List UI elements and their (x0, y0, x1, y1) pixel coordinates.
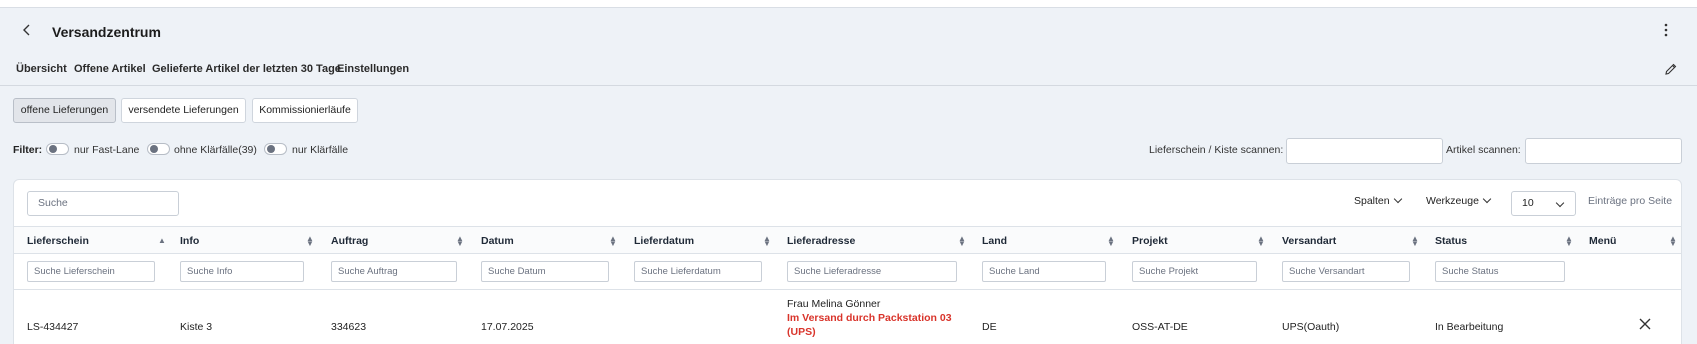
toggle-nur-klaerfaelle[interactable] (264, 143, 287, 155)
filter-land-input[interactable]: Suche Land (982, 261, 1106, 282)
filter-lieferadresse-input[interactable]: Suche Lieferadresse (787, 261, 957, 282)
sort-icon[interactable]: ▲ ▼ (306, 235, 314, 248)
nav-item-gelieferte-artikel[interactable]: Gelieferte Artikel der letzten 30 Tage (152, 63, 341, 75)
cell-status: In Bearbeitung (1435, 321, 1504, 333)
column-header-menue: Menü (1589, 235, 1617, 247)
filter-versandart-input[interactable]: Suche Versandart (1282, 261, 1410, 282)
back-arrow-icon[interactable] (22, 24, 34, 38)
more-options-icon[interactable] (1661, 23, 1671, 39)
cell-auftrag[interactable]: 334623 (331, 321, 366, 333)
table-row[interactable]: LS-434427 Kiste 3 334623 17.07.2025 Frau… (14, 290, 1681, 344)
sort-icon[interactable]: ▲ ▼ (1669, 235, 1677, 248)
filter-label: Filter: (13, 144, 43, 156)
filter-row: Filter: nur Fast-Lane ohne Klärfälle(39)… (0, 138, 1697, 164)
filter-lieferdatum-input[interactable]: Suche Lieferdatum (634, 261, 762, 282)
sort-icon[interactable]: ▲ ▼ (1107, 235, 1115, 248)
column-header-projekt[interactable]: Projekt (1132, 235, 1168, 247)
top-divider (0, 0, 1697, 8)
deliveries-table-card: Suche Spalten Werkzeuge 10 Einträge pro … (13, 179, 1682, 344)
nav-item-einstellungen[interactable]: Einstellungen (337, 63, 409, 75)
table-header: Lieferschein ▲ Info ▲ ▼ Auftrag ▲ ▼ Datum … (14, 226, 1681, 254)
sort-asc-icon[interactable]: ▲ (158, 237, 166, 245)
columns-dropdown[interactable]: Spalten (1354, 194, 1402, 207)
edit-pencil-icon[interactable] (1664, 62, 1678, 76)
nav-item-offene-artikel[interactable]: Offene Artikel (74, 63, 146, 75)
cell-lieferschein[interactable]: LS-434427 (27, 321, 78, 333)
tools-label: Werkzeuge (1426, 195, 1479, 207)
chevron-down-icon (1393, 194, 1402, 204)
column-filter-row: Suche Lieferschein Suche Info Suche Auft… (14, 254, 1681, 290)
tab-offene-lieferungen[interactable]: offene Lieferungen (13, 98, 116, 123)
scan-lieferschein-input[interactable] (1286, 138, 1443, 164)
column-header-datum[interactable]: Datum (481, 235, 514, 247)
scan-artikel-label: Artikel scannen: (1446, 144, 1521, 156)
column-header-lieferdatum[interactable]: Lieferdatum (634, 235, 694, 247)
filter-projekt-input[interactable]: Suche Projekt (1132, 261, 1257, 282)
tab-versendete-lieferungen[interactable]: versendete Lieferungen (121, 98, 246, 123)
cell-land: DE (982, 321, 997, 333)
filter-lieferschein-input[interactable]: Suche Lieferschein (27, 261, 155, 282)
sort-icon[interactable]: ▲ ▼ (763, 235, 771, 248)
column-header-lieferadresse[interactable]: Lieferadresse (787, 235, 855, 247)
page-header: Versandzentrum (0, 8, 1697, 54)
cell-projekt: OSS-AT-DE (1132, 321, 1188, 333)
column-header-lieferschein[interactable]: Lieferschein (27, 235, 89, 247)
fast-lane-label: nur Fast-Lane (74, 144, 140, 156)
shipping-status-note: Im Versand durch Packstation 03 (UPS) (787, 312, 952, 338)
nav-item-uebersicht[interactable]: Übersicht (16, 63, 67, 75)
sort-icon[interactable]: ▲ ▼ (958, 235, 966, 248)
column-header-land[interactable]: Land (982, 235, 1007, 247)
sort-icon[interactable]: ▲ ▼ (456, 235, 464, 248)
filter-info-input[interactable]: Suche Info (180, 261, 304, 282)
tab-kommissionierlaeufe[interactable]: Kommissionierläufe (252, 98, 358, 123)
cell-datum: 17.07.2025 (481, 321, 534, 333)
per-page-select[interactable]: 10 (1511, 191, 1576, 216)
column-header-versandart[interactable]: Versandart (1282, 235, 1336, 247)
column-header-status[interactable]: Status (1435, 235, 1467, 247)
close-icon[interactable] (1639, 317, 1651, 335)
chevron-down-icon (1555, 198, 1565, 208)
filter-status-input[interactable]: Suche Status (1435, 261, 1565, 282)
column-header-info[interactable]: Info (180, 235, 199, 247)
page-title: Versandzentrum (52, 24, 161, 40)
ohne-klaerfaelle-label: ohne Klärfälle(39) (174, 144, 257, 156)
toggle-ohne-klaerfaelle[interactable] (147, 143, 170, 155)
scan-lieferschein-label: Lieferschein / Kiste scannen: (1149, 144, 1284, 156)
main-nav: Übersicht Offene Artikel Gelieferte Arti… (0, 54, 1697, 86)
filter-auftrag-input[interactable]: Suche Auftrag (331, 261, 457, 282)
tools-dropdown[interactable]: Werkzeuge (1426, 194, 1492, 207)
address-name: Frau Melina Gönner (787, 298, 881, 310)
chevron-down-icon (1482, 194, 1492, 204)
sort-icon[interactable]: ▲ ▼ (609, 235, 617, 248)
cell-lieferadresse: Frau Melina Gönner Im Versand durch Pack… (787, 297, 957, 339)
cell-info: Kiste 3 (180, 321, 213, 333)
nur-klaerfaelle-label: nur Klärfälle (292, 144, 349, 156)
sort-icon[interactable]: ▲ ▼ (1565, 235, 1573, 248)
sort-icon[interactable]: ▲ ▼ (1411, 235, 1419, 248)
toggle-fast-lane[interactable] (46, 143, 69, 155)
per-page-value: 10 (1522, 197, 1534, 209)
filter-datum-input[interactable]: Suche Datum (481, 261, 609, 282)
sort-icon[interactable]: ▲ ▼ (1257, 235, 1265, 248)
table-search-input[interactable]: Suche (27, 191, 179, 216)
per-page-label: Einträge pro Seite (1588, 195, 1673, 207)
scan-artikel-input[interactable] (1525, 138, 1682, 164)
column-header-auftrag[interactable]: Auftrag (331, 235, 368, 247)
columns-label: Spalten (1354, 195, 1390, 207)
cell-versandart: UPS(Oauth) (1282, 321, 1340, 333)
